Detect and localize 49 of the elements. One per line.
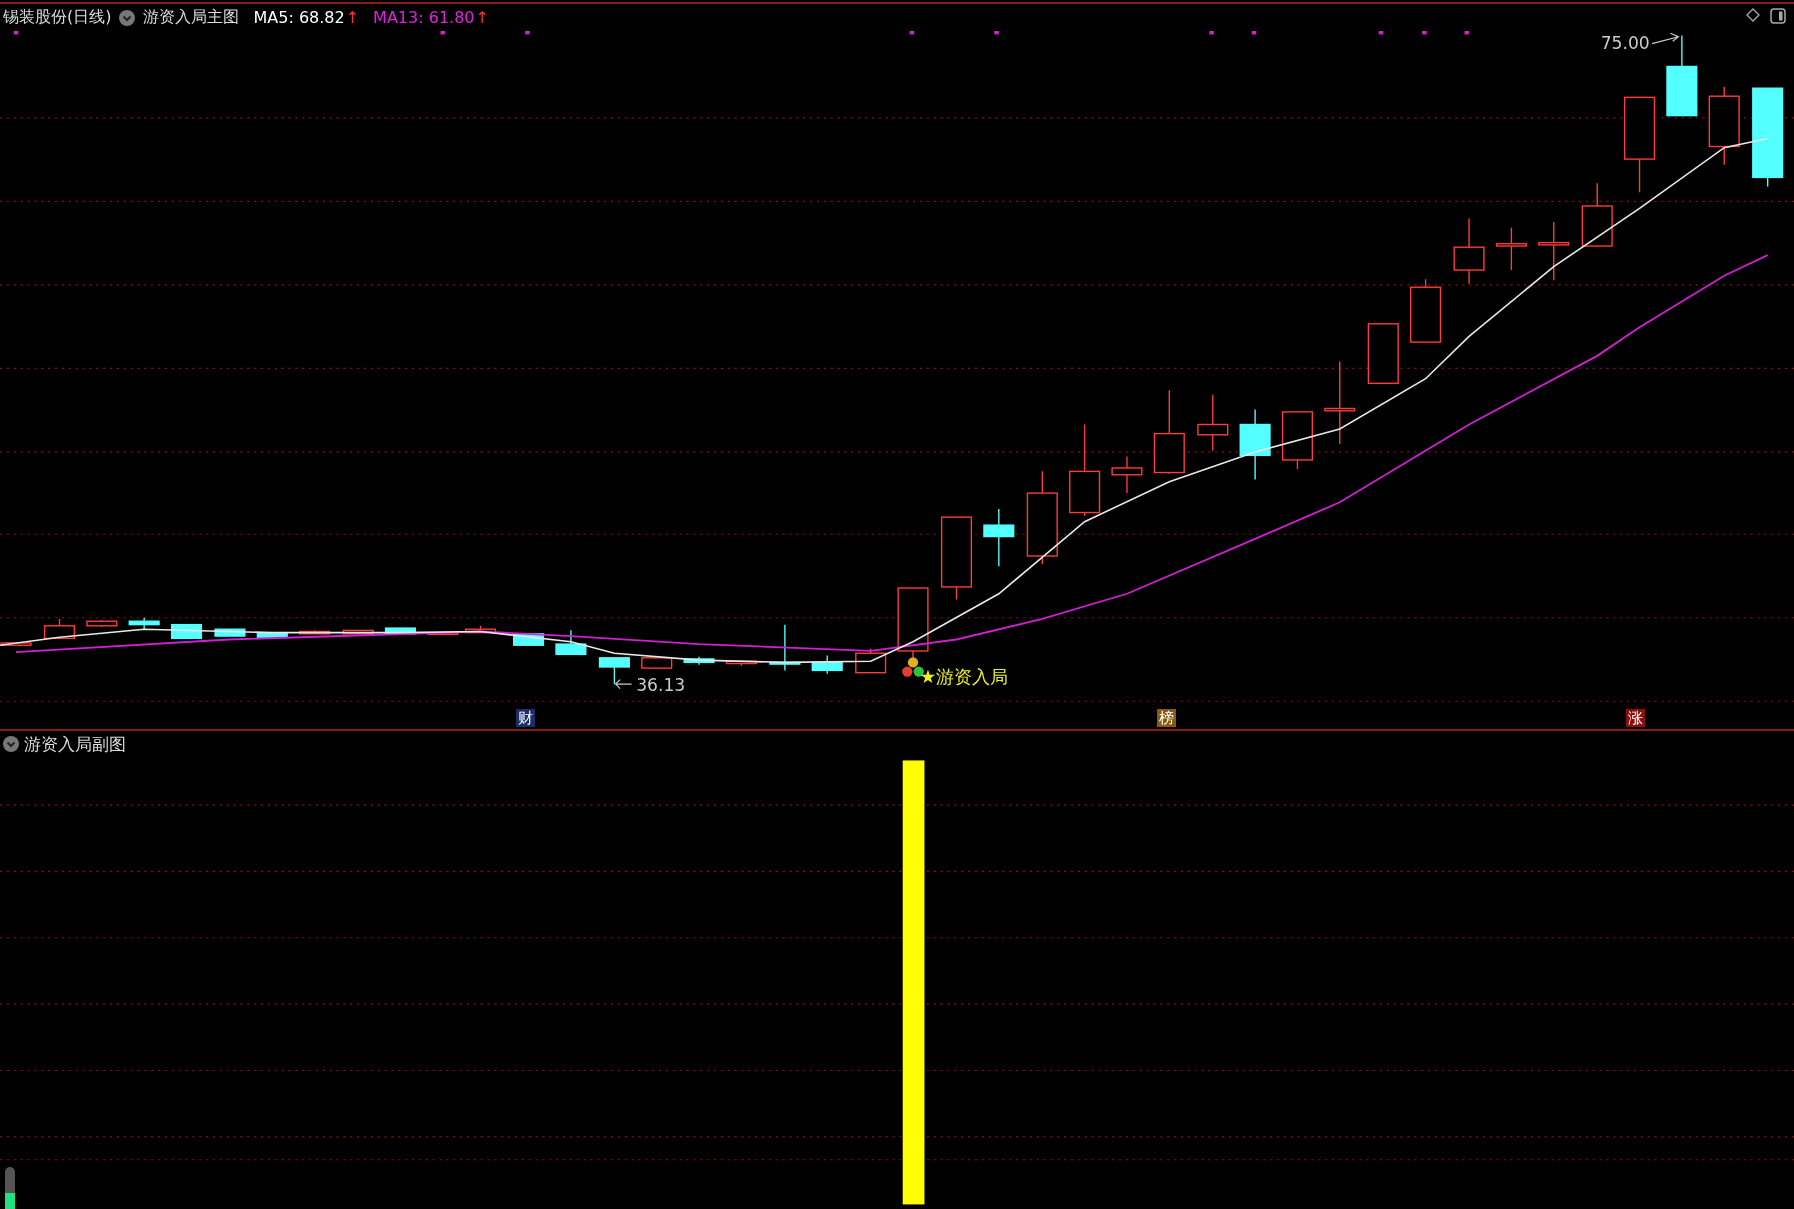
candlestick [897,587,929,659]
arrow-icon [1651,32,1680,45]
candlestick [1367,323,1399,384]
event-marker[interactable]: 财 [516,709,535,727]
sub-chart-title: 游资入局副图 [24,732,126,756]
low-price-label: 36.13 [636,675,686,695]
event-marker[interactable]: 榜 [1157,709,1176,727]
dropdown-icon[interactable] [119,9,136,26]
candlestick [128,617,160,630]
high-price-label: 75.00 [1600,33,1650,54]
candlestick [855,647,887,674]
event-marker[interactable]: 涨 [1626,709,1645,727]
candlestick [683,656,715,666]
candlestick [464,625,497,634]
candlestick [1538,221,1570,282]
candlestick [983,508,1015,567]
gauge-icon [5,1167,15,1209]
arrow-indicator: ↑ [475,8,489,27]
candlestick [86,619,118,628]
signal-label: ★游资入局 [919,666,1009,687]
stock-title: 锡装股份(日线) [3,7,112,28]
diamond-icon[interactable] [1746,8,1760,22]
ma-value: MA13: 61.80 [373,8,475,27]
candlestick [384,627,416,635]
candlestick [342,629,374,635]
candlestick [725,660,757,667]
indicator-name: 游资入局主图 [143,7,240,28]
panel-toggle-icon[interactable] [1770,8,1786,24]
candlestick [641,657,673,669]
candlestick [299,629,331,635]
candlestick [1581,182,1613,247]
candlestick [256,631,288,638]
candlestick [1495,227,1527,271]
candlestick [43,618,76,640]
candlestick [811,654,843,675]
candlestick [427,631,459,636]
candlestick [555,629,587,656]
candlestick [769,623,801,672]
arrow-icon [614,678,633,690]
candlestick [1197,394,1229,452]
candlestick [1111,455,1143,494]
candlestick [598,657,630,685]
dropdown-icon[interactable] [3,736,19,752]
candlestick [214,628,246,637]
candlestick [1453,217,1485,285]
arrow-indicator: ↑ [345,8,360,27]
candlestick [1281,411,1313,470]
candlestick [1410,278,1442,343]
ma-value: MA5: 68.82 [253,8,345,27]
